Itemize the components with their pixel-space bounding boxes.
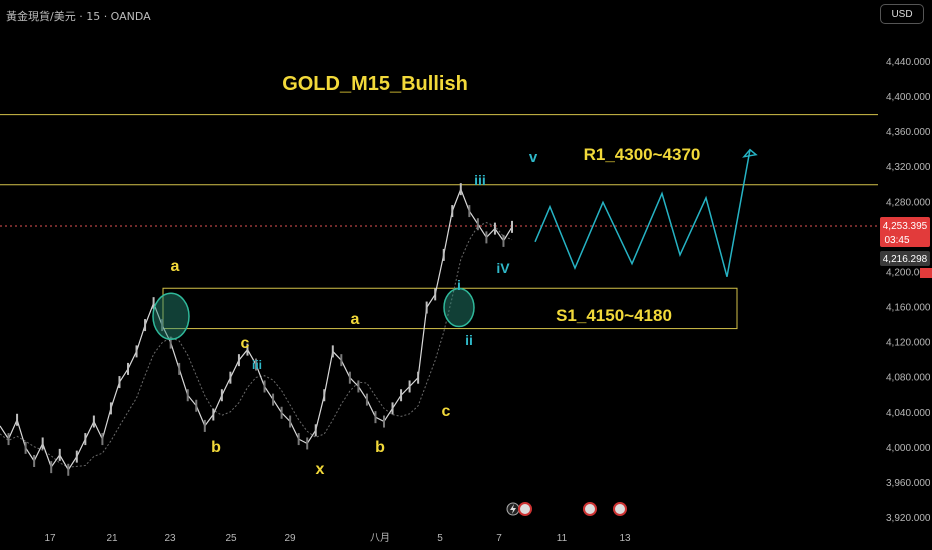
price-tick-label: 4,320.000 <box>886 162 931 173</box>
time-tick-label: 13 <box>619 533 631 544</box>
time-tick-label: 23 <box>164 533 176 544</box>
price-marker-red <box>920 268 932 278</box>
time-tick-label: 11 <box>557 533 568 544</box>
price-tick-label: 4,160.000 <box>886 303 931 314</box>
price-tick-label: 3,960.000 <box>886 478 931 489</box>
price-tick-label: 4,040.000 <box>886 408 931 419</box>
price-tick-label: 4,360.000 <box>886 127 931 138</box>
time-tick-label: 17 <box>44 533 56 544</box>
secondary-price-value: 4,216.298 <box>883 254 928 265</box>
candles <box>7 183 513 476</box>
wave-label-a1: a <box>171 258 180 275</box>
time-tick-label: 八月 <box>370 532 390 544</box>
wave-label-iii: iii <box>474 172 486 188</box>
time-tick-label: 29 <box>284 533 296 544</box>
price-tick-label: 4,400.000 <box>886 92 931 103</box>
time-tick-label: 21 <box>106 533 118 544</box>
wave-label-c2: c <box>442 403 451 420</box>
price-tick-label: 4,000.000 <box>886 443 931 454</box>
countdown-value: 03:45 <box>884 235 909 246</box>
price-chart: GOLD_M15_Bullish R1_4300~4370 S1_4150~41… <box>0 57 932 544</box>
price-tick-label: 4,120.000 <box>886 338 931 349</box>
secondary-price-tag: 4,216.298 <box>880 251 930 266</box>
wave-label-a2: a <box>351 311 360 328</box>
wave-label-iii-small: iii <box>252 358 262 372</box>
price-axis: 4,440.000 4,400.000 4,360.000 4,320.000 4,28… <box>886 57 931 524</box>
highlight-circle-left <box>152 292 190 341</box>
wave-label-x: x <box>316 461 325 478</box>
wave-label-v: v <box>529 149 538 166</box>
resistance-label: R1_4300~4370 <box>584 145 701 164</box>
highlight-circle-right <box>443 287 475 328</box>
us-flag-icon-3 <box>613 502 627 516</box>
price-tick-label: 3,920.000 <box>886 513 931 524</box>
projection-zigzag <box>534 149 751 277</box>
moving-average-line <box>0 222 513 468</box>
wave-label-b2: b <box>375 439 385 456</box>
wave-label-i: i <box>457 277 461 293</box>
current-price-value: 4,253.395 <box>883 221 928 232</box>
us-flag-icon-2 <box>583 502 597 516</box>
wave-label-iv: iV <box>496 260 510 276</box>
us-flag-icon <box>518 502 532 516</box>
price-tick-label: 4,280.000 <box>886 197 931 208</box>
wave-label-b1: b <box>211 439 221 456</box>
time-tick-label: 25 <box>225 533 237 544</box>
time-tick-label: 7 <box>496 533 502 544</box>
wave-label-ii: ii <box>465 332 473 348</box>
support-label: S1_4150~4180 <box>556 306 672 325</box>
chart-title: GOLD_M15_Bullish <box>282 73 468 95</box>
price-series-line <box>0 187 513 471</box>
time-axis: 17 21 23 25 29 八月 5 7 11 13 <box>44 532 631 544</box>
time-tick-label: 5 <box>437 533 443 544</box>
price-tick-label: 4,440.000 <box>886 57 931 68</box>
wave-label-c1: c <box>241 335 250 352</box>
price-tick-label: 4,080.000 <box>886 373 931 384</box>
event-icons <box>506 502 627 516</box>
current-price-tag: 4,253.395 03:45 <box>880 217 930 247</box>
